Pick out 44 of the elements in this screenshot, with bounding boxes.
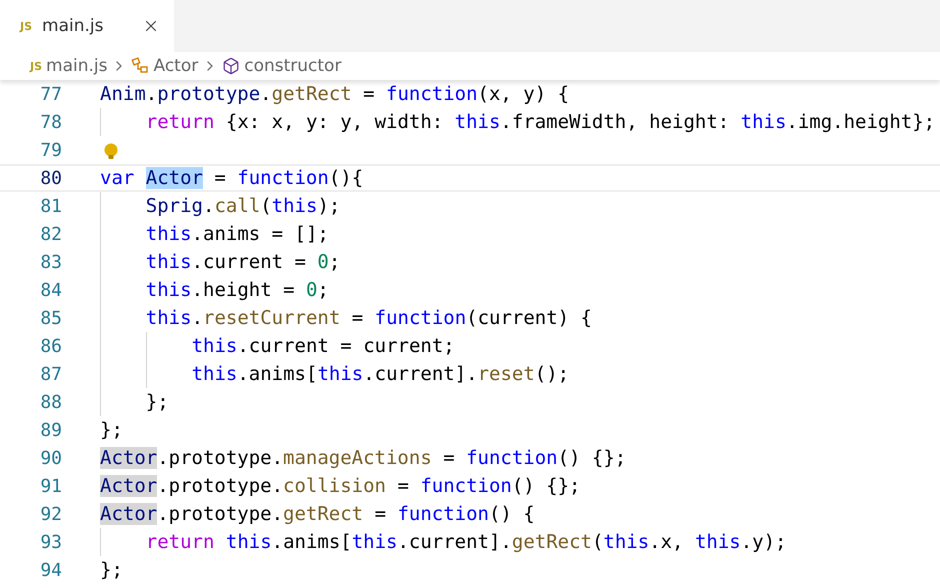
code-line: this.anims = []; bbox=[144, 223, 329, 245]
line-number: 82 bbox=[39, 224, 62, 244]
class-icon bbox=[131, 57, 150, 75]
line-number: 92 bbox=[39, 504, 62, 524]
code-line: }; bbox=[100, 559, 123, 581]
line-number: 89 bbox=[39, 420, 62, 440]
line-number: 94 bbox=[39, 560, 62, 580]
code-line: this.anims[this.current].reset(); bbox=[190, 363, 570, 385]
line-number: 91 bbox=[39, 476, 62, 496]
line-number: 81 bbox=[39, 196, 62, 216]
code-line: var Actor = function(){ bbox=[100, 167, 364, 189]
line-number: 79 bbox=[39, 140, 62, 160]
line-number: 86 bbox=[39, 336, 62, 356]
line-number: 93 bbox=[39, 532, 62, 552]
code-line: }; bbox=[100, 419, 123, 441]
line-number: 87 bbox=[39, 364, 62, 384]
js-file-icon: JS bbox=[30, 60, 42, 72]
code-line: this.resetCurrent = function(current) { bbox=[144, 307, 592, 329]
code-line: return {x: x, y: y, width: this.frameWidth, height: this.img.height}; bbox=[144, 111, 936, 133]
breadcrumb-item[interactable]: main.js bbox=[46, 56, 108, 76]
js-file-icon: JS bbox=[20, 20, 32, 32]
line-number: 90 bbox=[39, 448, 62, 468]
code-line: }; bbox=[144, 391, 169, 413]
editor-tab[interactable]: JS main.js bbox=[0, 0, 174, 52]
code-line: Sprig.call(this); bbox=[144, 195, 340, 217]
code-line: Actor.prototype.collision = function() {}; bbox=[100, 475, 580, 497]
code-line: this.current = current; bbox=[190, 335, 455, 357]
line-number: 84 bbox=[39, 280, 62, 300]
cube-icon bbox=[222, 57, 240, 75]
line-number: 77 bbox=[39, 84, 62, 104]
line-number: 85 bbox=[39, 308, 62, 328]
code-line: Anim.prototype.getRect = function(x, y) { bbox=[100, 83, 570, 105]
line-number: 78 bbox=[39, 112, 62, 132]
code-line: this.height = 0; bbox=[144, 279, 329, 301]
lightbulb-icon[interactable] bbox=[102, 142, 120, 162]
breadcrumb-item[interactable]: constructor bbox=[244, 56, 342, 76]
line-number: 88 bbox=[39, 392, 62, 412]
breadcrumb-item[interactable]: Actor bbox=[153, 56, 198, 76]
code-line: return this.anims[this.current].getRect(this.x, this.y); bbox=[144, 531, 786, 553]
code-line: this.current = 0; bbox=[144, 251, 340, 273]
code-line: Actor.prototype.getRect = function() { bbox=[100, 503, 535, 525]
line-number: 83 bbox=[39, 252, 62, 272]
code-line: Actor.prototype.manageActions = function() {}; bbox=[100, 447, 626, 469]
line-number: 80 bbox=[39, 168, 62, 188]
